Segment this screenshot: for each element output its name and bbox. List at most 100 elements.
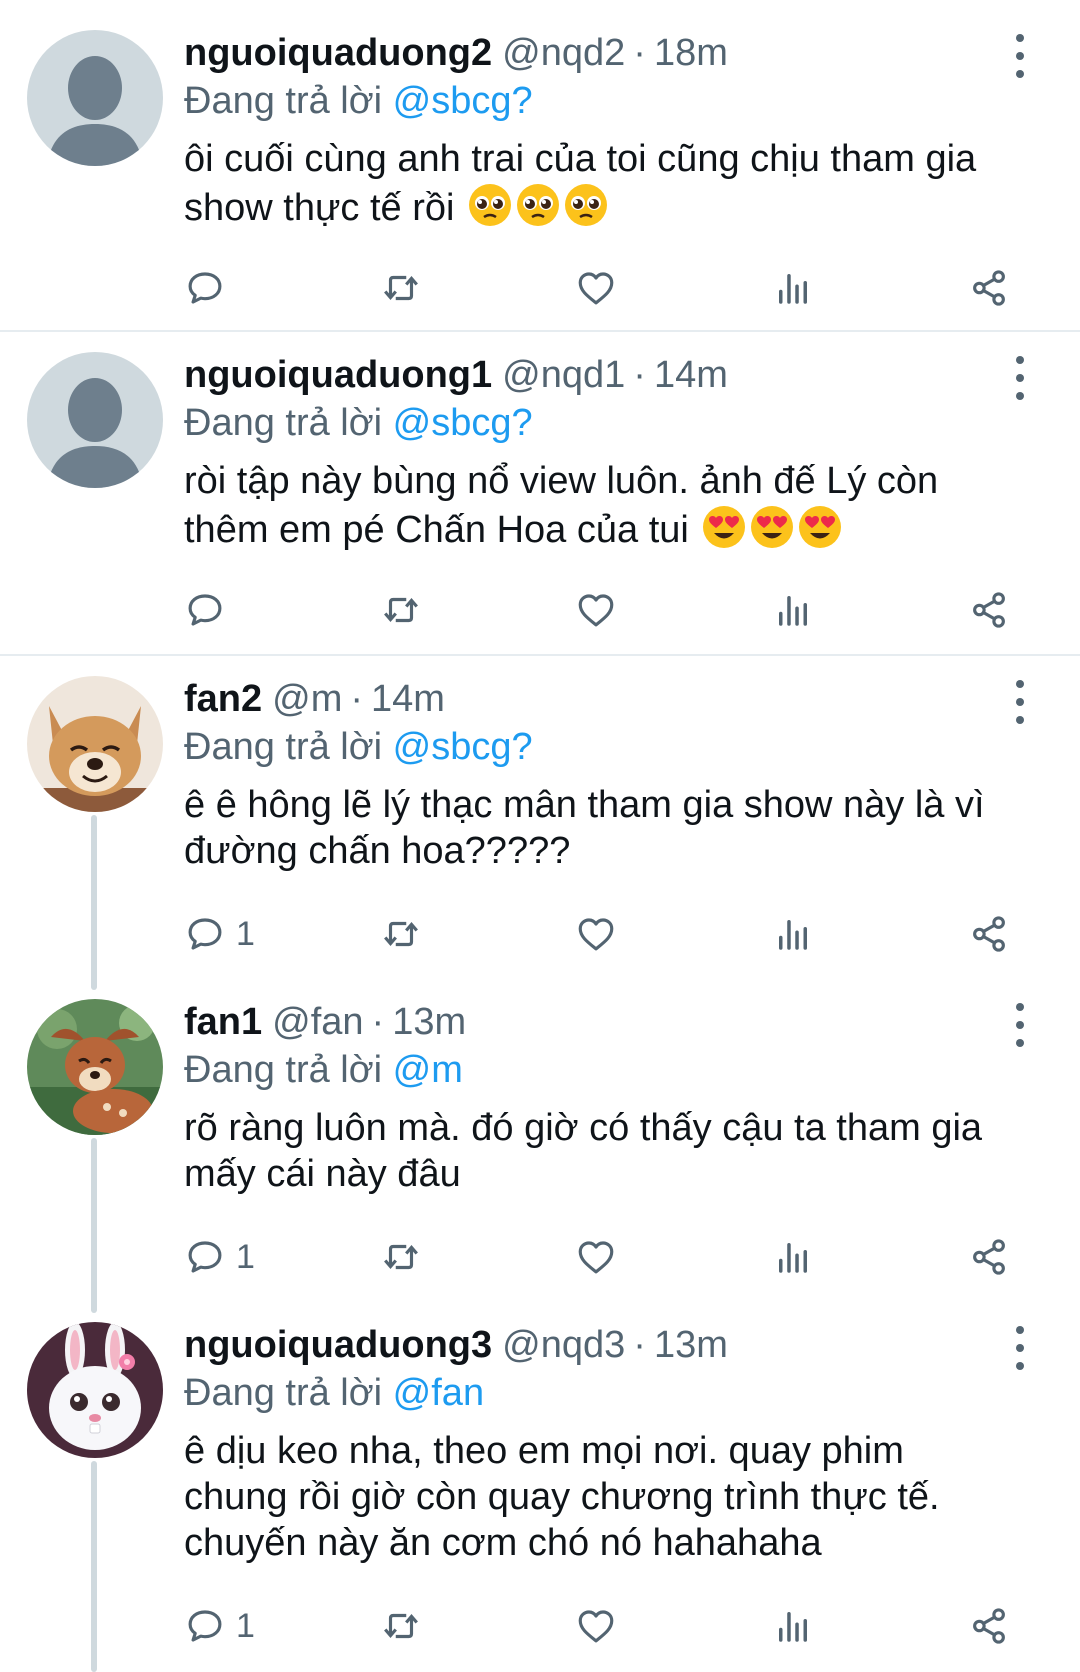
reply-icon [184,1605,226,1647]
replying-to: Đang trả lời @fan [184,1370,1040,1416]
reply-button[interactable]: 1 [184,910,255,958]
view-stats-button[interactable] [772,1233,814,1281]
heart-eyes-emoji [749,504,795,561]
mention-link[interactable]: @sbcg? [393,402,533,444]
tweet-header: nguoiquaduong2 @nqd2 · 18m [184,28,1040,78]
view-stats-button[interactable] [772,910,814,958]
tweet[interactable]: fan2 @m · 14m Đang trả lời @sbcg? ê ê hô… [0,656,1080,978]
tweet-header: fan2 @m · 14m [184,674,1040,724]
replying-to: Đang trả lời @sbcg? [184,78,1040,124]
display-name[interactable]: fan2 [184,674,262,724]
reply-button[interactable] [184,586,236,634]
reply-count: 1 [236,914,255,953]
tweet[interactable]: nguoiquaduong3 @nqd3 · 13m Đang trả lời … [0,1302,1080,1672]
tweet[interactable]: nguoiquaduong1 @nqd1 · 14m Đang trả lời … [0,332,1080,654]
tweet-text-line: rõ ràng luôn mà. đó giờ có thấy cậu ta t… [184,1107,983,1149]
avatar-default[interactable] [27,30,163,166]
heart-icon [575,1605,617,1647]
mention-link[interactable]: @m [393,1049,463,1091]
pleading-face-emoji [515,182,561,239]
action-bar: 1 [0,1233,1080,1281]
more-options-icon[interactable] [1008,1003,1032,1047]
timestamp[interactable]: 18m [654,28,728,78]
more-options-icon[interactable] [1008,1326,1032,1370]
retweet-button[interactable] [380,264,422,312]
replying-to-label: Đang trả lời [184,726,383,768]
bar-chart-icon [772,1605,814,1647]
action-bar: 1 [0,910,1080,958]
timestamp[interactable]: 13m [654,1320,728,1370]
reply-button[interactable]: 1 [184,1602,255,1650]
avatar-fawn-cartoon[interactable] [27,999,163,1135]
reply-count: 1 [236,1237,255,1276]
action-bar [0,264,1080,312]
user-handle[interactable]: @nqd2 [502,28,625,78]
separator-dot: · [633,1324,646,1366]
like-button[interactable] [575,1602,617,1650]
tweet[interactable]: fan1 @fan · 13m Đang trả lời @m rõ ràng … [0,979,1080,1301]
display-name[interactable]: nguoiquaduong1 [184,350,492,400]
heart-icon [575,267,617,309]
view-stats-button[interactable] [772,1602,814,1650]
more-options-icon[interactable] [1008,680,1032,724]
pleading-face-emoji [563,182,609,239]
reply-button[interactable]: 1 [184,1233,255,1281]
reply-button[interactable] [184,264,236,312]
pleading-face-emoji [467,182,513,239]
view-stats-button[interactable] [772,264,814,312]
replying-to: Đang trả lời @sbcg? [184,724,1040,770]
display-name[interactable]: nguoiquaduong3 [184,1320,492,1370]
avatar-shiba-dog[interactable] [27,676,163,812]
tweet-text-line: đường chấn hoa????? [184,830,571,872]
like-button[interactable] [575,910,617,958]
replying-to-label: Đang trả lời [184,402,383,444]
like-button[interactable] [575,586,617,634]
tweet[interactable]: nguoiquaduong2 @nqd2 · 18m Đang trả lời … [0,0,1080,330]
avatar-white-bunny[interactable] [27,1322,163,1458]
retweet-button[interactable] [380,586,422,634]
user-handle[interactable]: @nqd3 [502,1320,625,1370]
tweet-text-line: chung rồi giờ còn quay chương trình thực… [184,1476,940,1518]
avatar-default[interactable] [27,352,163,488]
retweet-button[interactable] [380,910,422,958]
reply-icon [184,589,226,631]
tweet-text-line: mấy cái này đâu [184,1153,461,1195]
share-button[interactable] [968,1233,1010,1281]
share-button[interactable] [968,586,1010,634]
timestamp[interactable]: 14m [654,350,728,400]
retweet-button[interactable] [380,1233,422,1281]
share-button[interactable] [968,264,1010,312]
bar-chart-icon [772,1236,814,1278]
more-options-icon[interactable] [1008,356,1032,400]
user-handle[interactable]: @m [272,674,342,724]
share-button[interactable] [968,1602,1010,1650]
retweet-button[interactable] [380,1602,422,1650]
mention-link[interactable]: @fan [393,1372,484,1414]
action-bar: 1 [0,1602,1080,1650]
heart-icon [575,1236,617,1278]
reply-icon [184,267,226,309]
display-name[interactable]: fan1 [184,997,262,1047]
like-button[interactable] [575,264,617,312]
tweet-text-line: ròi tập này bùng nổ view luôn. ảnh đế Lý… [184,460,939,502]
display-name[interactable]: nguoiquaduong2 [184,28,492,78]
view-stats-button[interactable] [772,586,814,634]
mention-link[interactable]: @sbcg? [393,726,533,768]
user-handle[interactable]: @fan [272,997,363,1047]
more-options-icon[interactable] [1008,34,1032,78]
retweet-icon [380,913,422,955]
share-button[interactable] [968,910,1010,958]
share-icon [968,267,1010,309]
mention-link[interactable]: @sbcg? [393,80,533,122]
share-icon [968,589,1010,631]
tweet-text-line: ê dịu keo nha, theo em mọi nơi. quay phi… [184,1430,904,1472]
bar-chart-icon [772,267,814,309]
tweet-text: ê dịu keo nha, theo em mọi nơi. quay phi… [184,1428,1040,1566]
heart-icon [575,913,617,955]
replying-to-label: Đang trả lời [184,1372,383,1414]
heart-eyes-emoji [701,504,747,561]
timestamp[interactable]: 14m [371,674,445,724]
timestamp[interactable]: 13m [392,997,466,1047]
like-button[interactable] [575,1233,617,1281]
user-handle[interactable]: @nqd1 [502,350,625,400]
